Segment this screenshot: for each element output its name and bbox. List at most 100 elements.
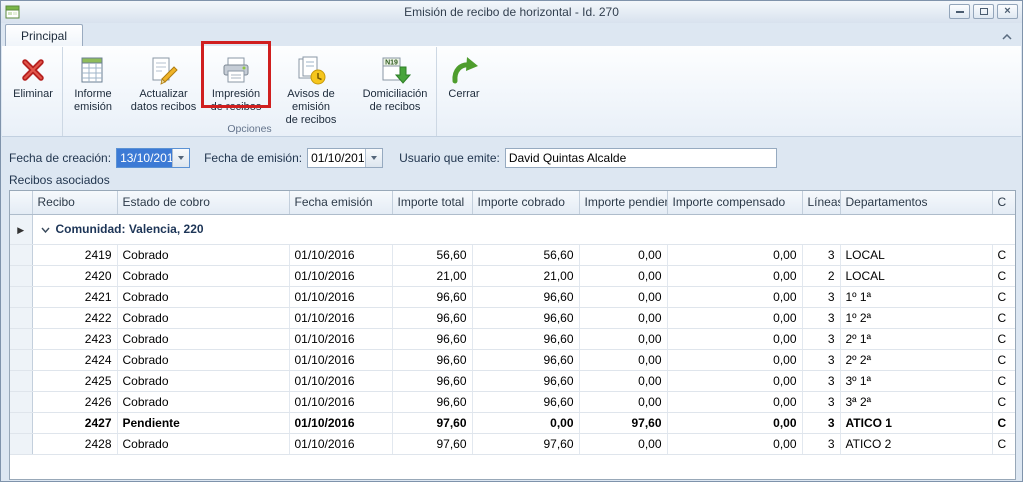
column-header[interactable]: Departamentos	[840, 191, 992, 214]
cell[interactable]: 0,00	[667, 265, 802, 286]
cell[interactable]: 96,60	[392, 307, 472, 328]
minimize-button[interactable]	[949, 4, 970, 19]
row-selector[interactable]	[10, 265, 32, 286]
cell[interactable]: 97,60	[392, 433, 472, 454]
column-header[interactable]: C	[992, 191, 1016, 214]
cell[interactable]: 0,00	[579, 265, 667, 286]
table-row[interactable]: 2427Pendiente01/10/201697,600,0097,600,0…	[10, 412, 1016, 433]
column-header[interactable]: Líneas	[802, 191, 840, 214]
usuario-emite-field[interactable]: David Quintas Alcalde	[505, 148, 777, 168]
group-row-caption[interactable]: Comunidad: Valencia, 220	[32, 214, 1016, 244]
cell[interactable]: 01/10/2016	[289, 349, 392, 370]
ribbon-button-actualizar-datos-recibos[interactable]: Actualizar datos recibos	[123, 47, 204, 123]
cell[interactable]: 01/10/2016	[289, 328, 392, 349]
cell[interactable]: 0,00	[667, 370, 802, 391]
cell[interactable]: 0,00	[579, 328, 667, 349]
row-selector[interactable]	[10, 391, 32, 412]
cell[interactable]: C	[992, 412, 1016, 433]
cell[interactable]: 96,60	[392, 349, 472, 370]
cell[interactable]: C	[992, 286, 1016, 307]
table-row[interactable]: 2421Cobrado01/10/201696,6096,600,000,003…	[10, 286, 1016, 307]
group-row[interactable]: ▶Comunidad: Valencia, 220	[10, 214, 1016, 244]
cell[interactable]: Cobrado	[117, 307, 289, 328]
cell[interactable]: 2º 1ª	[840, 328, 992, 349]
row-selector[interactable]	[10, 370, 32, 391]
ribbon-button-avisos-emision-recibos[interactable]: Avisos de emisión de recibos	[268, 47, 354, 123]
cell[interactable]: 2427	[32, 412, 117, 433]
column-header[interactable]: Importe compensado	[667, 191, 802, 214]
cell[interactable]: 0,00	[667, 391, 802, 412]
cell[interactable]: 2420	[32, 265, 117, 286]
cell[interactable]: 2426	[32, 391, 117, 412]
cell[interactable]: 0,00	[667, 433, 802, 454]
cell[interactable]: 01/10/2016	[289, 370, 392, 391]
row-selector[interactable]	[10, 286, 32, 307]
cell[interactable]: 0,00	[579, 307, 667, 328]
cell[interactable]: 0,00	[579, 286, 667, 307]
cell[interactable]: 0,00	[579, 349, 667, 370]
ribbon-button-eliminar[interactable]: Eliminar	[4, 47, 62, 123]
cell[interactable]: 56,60	[472, 244, 579, 265]
cell[interactable]: 01/10/2016	[289, 265, 392, 286]
cell[interactable]: 01/10/2016	[289, 244, 392, 265]
cell[interactable]: 2º 2ª	[840, 349, 992, 370]
cell[interactable]: Cobrado	[117, 349, 289, 370]
table-row[interactable]: 2425Cobrado01/10/201696,6096,600,000,003…	[10, 370, 1016, 391]
row-selector[interactable]	[10, 244, 32, 265]
cell[interactable]: 0,00	[667, 412, 802, 433]
cell[interactable]: 01/10/2016	[289, 307, 392, 328]
cell[interactable]: 0,00	[667, 244, 802, 265]
fecha-creacion-dropdown-button[interactable]	[172, 149, 189, 167]
cell[interactable]: 21,00	[472, 265, 579, 286]
cell[interactable]: 0,00	[667, 307, 802, 328]
cell[interactable]: 97,60	[472, 433, 579, 454]
cell[interactable]: 0,00	[579, 244, 667, 265]
cell[interactable]: 3	[802, 349, 840, 370]
cell[interactable]: Cobrado	[117, 286, 289, 307]
cell[interactable]: 2421	[32, 286, 117, 307]
cell[interactable]: 96,60	[392, 286, 472, 307]
cell[interactable]: 96,60	[472, 286, 579, 307]
cell[interactable]: 0,00	[579, 433, 667, 454]
cell[interactable]: 2422	[32, 307, 117, 328]
cell[interactable]: 2428	[32, 433, 117, 454]
cell[interactable]: 01/10/2016	[289, 391, 392, 412]
cell[interactable]: 3	[802, 328, 840, 349]
cell[interactable]: 3º 1ª	[840, 370, 992, 391]
column-header[interactable]: Importe total	[392, 191, 472, 214]
ribbon-button-impresion-de-recibos[interactable]: Impresión de recibos	[204, 47, 268, 123]
row-selector[interactable]	[10, 433, 32, 454]
cell[interactable]: 2423	[32, 328, 117, 349]
table-row[interactable]: 2422Cobrado01/10/201696,6096,600,000,003…	[10, 307, 1016, 328]
cell[interactable]: C	[992, 349, 1016, 370]
table-row[interactable]: 2426Cobrado01/10/201696,6096,600,000,003…	[10, 391, 1016, 412]
cell[interactable]: C	[992, 307, 1016, 328]
cell[interactable]: 2424	[32, 349, 117, 370]
cell[interactable]: Cobrado	[117, 244, 289, 265]
column-header[interactable]: Fecha emisión	[289, 191, 392, 214]
cell[interactable]: 3	[802, 433, 840, 454]
cell[interactable]: 3ª 2ª	[840, 391, 992, 412]
cell[interactable]: 96,60	[472, 391, 579, 412]
cell[interactable]: C	[992, 370, 1016, 391]
cell[interactable]: 0,00	[667, 349, 802, 370]
ribbon-button-domiciliacion-de-recibos[interactable]: N19Domiciliación de recibos	[354, 47, 436, 123]
close-window-button[interactable]: ×	[997, 4, 1018, 19]
fecha-emision-editor[interactable]: 01/10/2016	[307, 148, 383, 168]
column-header[interactable]: Importe pendiente	[579, 191, 667, 214]
cell[interactable]: 0,00	[579, 391, 667, 412]
cell[interactable]: 96,60	[392, 328, 472, 349]
cell[interactable]: C	[992, 391, 1016, 412]
cell[interactable]: Cobrado	[117, 328, 289, 349]
row-selector[interactable]	[10, 307, 32, 328]
ribbon-button-informe-emision[interactable]: Informe emisión	[63, 47, 123, 123]
ribbon-button-cerrar[interactable]: Cerrar	[437, 47, 491, 123]
cell[interactable]: 3	[802, 391, 840, 412]
fecha-emision-dropdown-button[interactable]	[365, 149, 382, 167]
cell[interactable]: 97,60	[392, 412, 472, 433]
cell[interactable]: 96,60	[392, 370, 472, 391]
column-header[interactable]: Recibo	[32, 191, 117, 214]
cell[interactable]: Cobrado	[117, 265, 289, 286]
cell[interactable]: 2419	[32, 244, 117, 265]
cell[interactable]: 21,00	[392, 265, 472, 286]
